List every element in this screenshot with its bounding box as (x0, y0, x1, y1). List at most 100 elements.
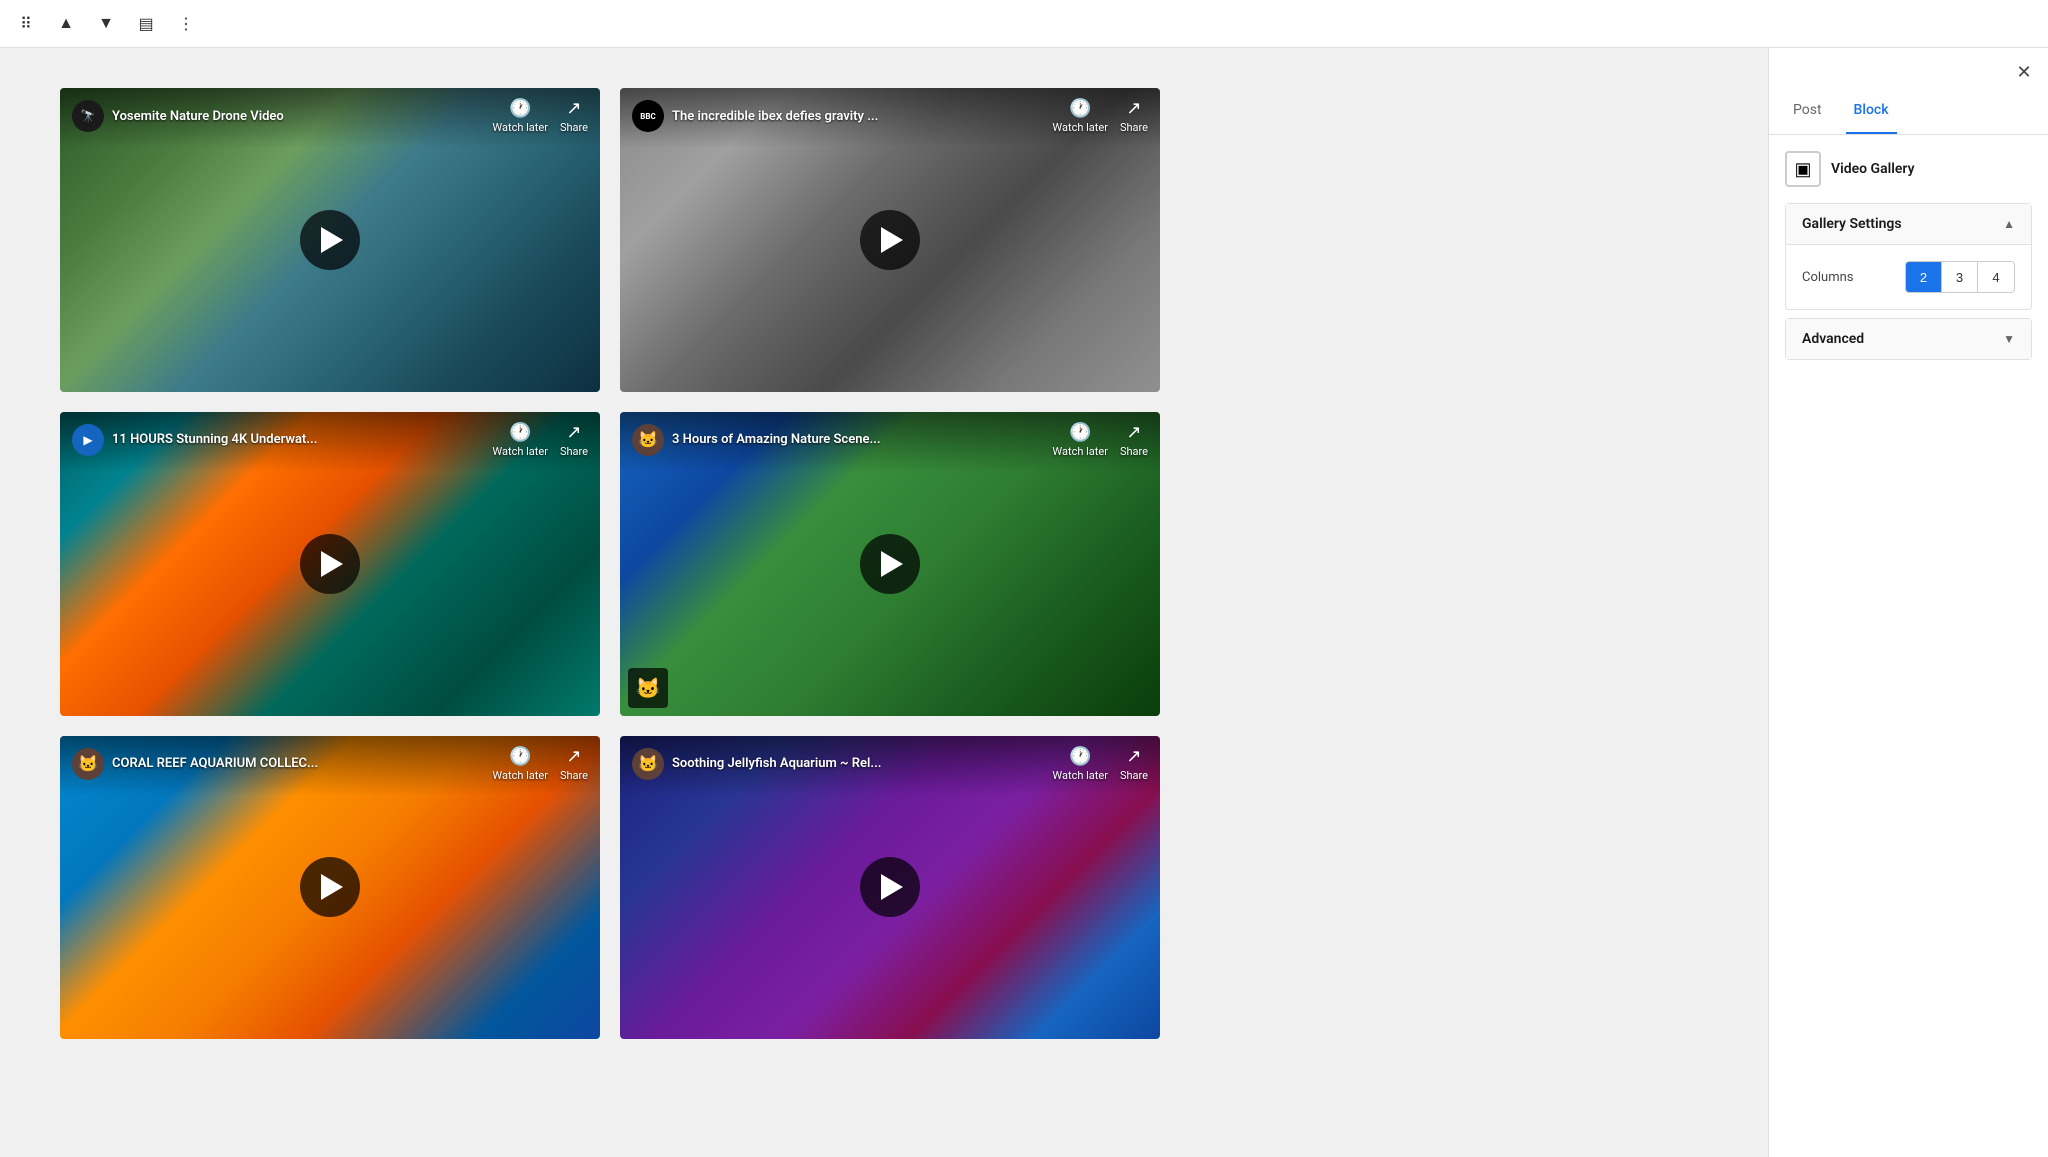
video-title: CORAL REEF AQUARIUM COLLEC... (112, 756, 318, 771)
video-actions: 🕐 Watch later ↗ Share (1052, 98, 1148, 134)
video-channel: 🐱3 Hours of Amazing Nature Scene... (632, 424, 881, 456)
watch-later-label: Watch later (492, 121, 548, 134)
clock-icon: 🕐 (509, 422, 531, 443)
clock-icon: 🕐 (1069, 98, 1091, 119)
columns-4-button[interactable]: 4 (1978, 262, 2014, 292)
share-icon: ↗ (1126, 422, 1141, 443)
video-thumb-coral[interactable]: 🐱 CORAL REEF AQUARIUM COLLEC... 🕐 Watch lat… (60, 736, 600, 1040)
block-name: Video Gallery (1831, 161, 1915, 177)
video-title: Yosemite Nature Drone Video (112, 109, 284, 124)
drag-handle[interactable]: ⠿ (8, 6, 44, 42)
video-thumb-underwater[interactable]: ▶11 HOURS Stunning 4K Underwat... 🕐 Watch … (60, 412, 600, 716)
close-sidebar-button[interactable]: ✕ (2008, 56, 2040, 88)
more-options-button[interactable]: ⋮ (168, 6, 204, 42)
clock-icon: 🕐 (1069, 422, 1091, 443)
bottom-channel-logo: 🐱 (628, 668, 668, 708)
gallery-settings-content: Columns 2 3 4 (1786, 244, 2031, 309)
channel-avatar: 🐱 (72, 748, 104, 780)
share-button[interactable]: ↗Share (560, 746, 588, 782)
play-button[interactable] (860, 534, 920, 594)
play-button[interactable] (860, 857, 920, 917)
video-actions: 🕐Watch later ↗Share (1052, 422, 1148, 458)
content-area: 🔭 Yosemite Nature Drone Video 🕐 Watch later… (0, 48, 1768, 1157)
columns-2-button[interactable]: 2 (1906, 262, 1942, 292)
clock-icon: 🕐 (1069, 746, 1091, 767)
share-label: Share (1120, 121, 1148, 134)
move-down-button[interactable]: ▼ (88, 6, 124, 42)
video-header-underwater: ▶11 HOURS Stunning 4K Underwat... 🕐 Watch … (60, 412, 600, 468)
advanced-chevron: ▼ (2003, 332, 2015, 346)
video-channel: 🔭 Yosemite Nature Drone Video (72, 100, 284, 132)
columns-label: Columns (1802, 270, 1854, 285)
align-button[interactable]: ▤ (128, 6, 164, 42)
video-thumb-ibex[interactable]: BBCThe incredible ibex defies gravity ..… (620, 88, 1160, 392)
play-button[interactable] (300, 857, 360, 917)
video-thumb-jellyfish[interactable]: 🐱Soothing Jellyfish Aquarium ~ Rel... 🕐Wa… (620, 736, 1160, 1040)
close-icon: ✕ (2016, 62, 2031, 83)
watch-later-button[interactable]: 🕐 Watch later (1052, 98, 1108, 134)
clock-icon: 🕐 (509, 746, 531, 767)
video-channel: 🐱Soothing Jellyfish Aquarium ~ Rel... (632, 748, 881, 780)
watch-later-label: Watch later (492, 445, 548, 458)
block-inspector: ▣ Video Gallery Gallery Settings ▲ Colum… (1769, 135, 2048, 384)
watch-later-button[interactable]: 🕐 Watch later (492, 98, 548, 134)
share-label: Share (560, 121, 588, 134)
move-up-button[interactable]: ▲ (48, 6, 84, 42)
drag-icon: ⠿ (20, 14, 32, 34)
watch-later-button[interactable]: 🕐Watch later (1052, 422, 1108, 458)
advanced-section: Advanced ▼ (1785, 318, 2032, 360)
channel-avatar: 🐱 (632, 748, 664, 780)
video-gallery: 🔭 Yosemite Nature Drone Video 🕐 Watch later… (60, 88, 1160, 1039)
share-icon: ↗ (1126, 98, 1141, 119)
share-icon: ↗ (566, 746, 581, 767)
more-icon: ⋮ (178, 14, 194, 34)
sidebar: ✕ Post Block ▣ Video Gallery Gallery Set… (1768, 48, 2048, 1157)
block-title-row: ▣ Video Gallery (1785, 151, 2032, 187)
channel-avatar: BBC (632, 100, 664, 132)
video-actions: 🕐 Watch later ↗ Share (492, 98, 588, 134)
video-thumb-nature[interactable]: 🐱3 Hours of Amazing Nature Scene...🕐Watc… (620, 412, 1160, 716)
move-down-icon: ▼ (98, 15, 114, 33)
play-button[interactable] (300, 534, 360, 594)
gallery-settings-header[interactable]: Gallery Settings ▲ (1786, 204, 2031, 244)
share-icon: ↗ (566, 422, 581, 443)
clock-icon: 🕐 (509, 98, 531, 119)
video-title: 3 Hours of Amazing Nature Scene... (672, 432, 881, 447)
gallery-settings-chevron: ▲ (2003, 217, 2015, 231)
main-layout: 🔭 Yosemite Nature Drone Video 🕐 Watch later… (0, 48, 2048, 1157)
video-header-nature: 🐱3 Hours of Amazing Nature Scene... 🕐Watc… (620, 412, 1160, 468)
play-button[interactable] (860, 210, 920, 270)
watch-later-button[interactable]: 🕐 Watch later (492, 746, 548, 782)
share-button[interactable]: ↗Share (1120, 746, 1148, 782)
share-button[interactable]: ↗ Share (560, 422, 588, 458)
advanced-section-header[interactable]: Advanced ▼ (1786, 319, 2031, 359)
block-icon: ▣ (1785, 151, 1821, 187)
watch-later-button[interactable]: 🕐Watch later (1052, 746, 1108, 782)
share-button[interactable]: ↗ Share (560, 98, 588, 134)
channel-avatar: 🔭 (72, 100, 104, 132)
tab-post[interactable]: Post (1785, 88, 1830, 134)
share-button[interactable]: ↗ Share (1120, 98, 1148, 134)
share-label: Share (560, 445, 588, 458)
watch-later-label: Watch later (492, 769, 548, 782)
share-button[interactable]: ↗Share (1120, 422, 1148, 458)
play-button[interactable] (300, 210, 360, 270)
video-thumb-yosemite[interactable]: 🔭 Yosemite Nature Drone Video 🕐 Watch later… (60, 88, 600, 392)
video-header-ibex: BBCThe incredible ibex defies gravity ..… (620, 88, 1160, 144)
sidebar-header: ✕ (1769, 48, 2048, 88)
share-icon: ↗ (566, 98, 581, 119)
video-header-coral: 🐱 CORAL REEF AQUARIUM COLLEC... 🕐 Watch lat… (60, 736, 600, 792)
video-channel: ▶11 HOURS Stunning 4K Underwat... (72, 424, 317, 456)
watch-later-button[interactable]: 🕐 Watch later (492, 422, 548, 458)
video-channel: BBCThe incredible ibex defies gravity ..… (632, 100, 878, 132)
channel-avatar: ▶ (72, 424, 104, 456)
tab-block[interactable]: Block (1846, 88, 1897, 134)
watch-later-label: Watch later (1052, 121, 1108, 134)
block-toolbar: ⠿ ▲ ▼ ▤ ⋮ (0, 0, 2048, 48)
columns-3-button[interactable]: 3 (1942, 262, 1978, 292)
sidebar-tabs: Post Block (1769, 88, 2048, 135)
video-actions: 🕐Watch later ↗Share (1052, 746, 1148, 782)
video-header-jellyfish: 🐱Soothing Jellyfish Aquarium ~ Rel... 🕐Wa… (620, 736, 1160, 792)
share-label: Share (1120, 769, 1148, 782)
gallery-settings-section: Gallery Settings ▲ Columns 2 3 4 (1785, 203, 2032, 310)
